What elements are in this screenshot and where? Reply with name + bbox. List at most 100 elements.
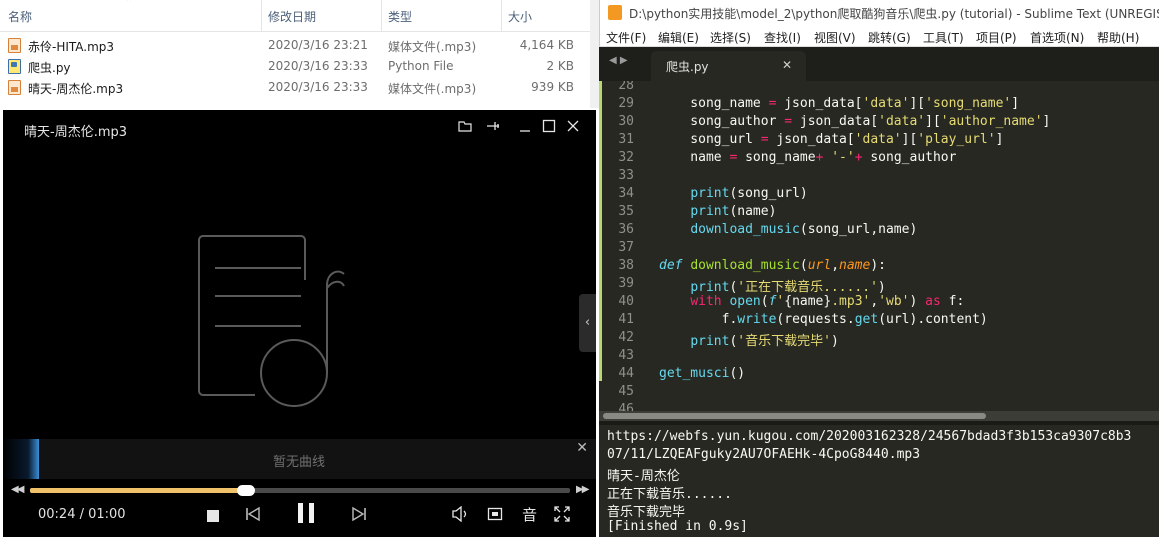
menu-selection[interactable]: 选择(S) (710, 29, 751, 46)
menu-project[interactable]: 项目(P) (976, 29, 1017, 46)
file-row[interactable]: 爬虫.py 2020/3/16 23:33 Python File 2 KB (0, 56, 590, 77)
tab-spider-py[interactable]: 爬虫.py ✕ (651, 51, 806, 81)
build-output-panel[interactable]: https://webfs.yun.kugou.com/202003162328… (599, 425, 1159, 537)
code-line: 34 print(song_url) (618, 186, 808, 201)
title-bar: D:\python实用技能\model_2\python爬取酷狗音乐\爬虫.py… (599, 0, 1159, 26)
code-line: 36 download_music(song_url,name) (618, 222, 918, 237)
menu-bar: 文件(F) 编辑(E) 选择(S) 查找(I) 视图(V) 跳转(G) 工具(T… (599, 26, 1159, 47)
curve-indicator (3, 439, 39, 479)
sublime-logo-icon (608, 5, 622, 20)
file-name: 晴天-周杰伦.mp3 (28, 82, 124, 96)
menu-tools[interactable]: 工具(T) (923, 29, 964, 46)
file-date: 2020/3/16 23:21 (268, 38, 368, 52)
file-date: 2020/3/16 23:33 (268, 59, 368, 73)
scrollbar-thumb[interactable] (603, 413, 986, 419)
previous-icon[interactable] (245, 506, 261, 526)
code-line: 40 with open(f'{name}.mp3','wb') as f: (618, 294, 965, 309)
horizontal-scrollbar[interactable] (599, 411, 1159, 421)
code-line: 33 (618, 168, 634, 183)
file-explorer: ⌃ 名称 修改日期 类型 大小 赤伶-HITA.mp3 2020/3/16 23… (0, 0, 599, 108)
mp3-file-icon (8, 80, 21, 95)
output-line: 07/11/LZQEAFguky2AU7OFAEHk-4CpoG8440.mp3 (607, 447, 921, 462)
column-divider[interactable] (501, 0, 502, 32)
file-size: 939 KB (531, 80, 574, 94)
menu-file[interactable]: 文件(F) (606, 29, 646, 46)
playback-time: 00:24 / 01:00 (38, 507, 126, 522)
fullscreen-icon[interactable] (554, 506, 570, 526)
progress-handle[interactable] (237, 485, 255, 496)
column-type[interactable]: 类型 (388, 8, 412, 25)
window-title: D:\python实用技能\model_2\python爬取酷狗音乐\爬虫.py… (629, 7, 1159, 21)
sort-up-icon: ⌃ (125, 0, 134, 8)
code-line: 46 (618, 402, 634, 411)
column-date[interactable]: 修改日期 (268, 8, 316, 25)
pause-icon[interactable] (295, 502, 317, 528)
code-line: 30 song_author = json_data['data']['auth… (618, 114, 1051, 129)
vertical-scrollbar[interactable] (590, 0, 599, 108)
fast-forward-icon[interactable]: ▶▶ (576, 484, 589, 495)
subtitle-toggle[interactable]: 音 (522, 504, 537, 525)
file-name: 爬虫.py (28, 61, 71, 75)
code-line: 28 (618, 81, 634, 93)
pin-icon[interactable] (486, 119, 500, 138)
file-date: 2020/3/16 23:33 (268, 80, 368, 94)
file-type: 媒体文件(.mp3) (388, 40, 477, 54)
folder-icon[interactable] (458, 119, 472, 138)
column-header: ⌃ 名称 修改日期 类型 大小 (0, 0, 599, 32)
python-file-icon (8, 59, 21, 74)
code-line: 44 get_musci() (618, 366, 746, 381)
player-title: 晴天-周杰伦.mp3 (24, 125, 128, 140)
progress-bar[interactable] (30, 485, 570, 496)
sublime-text-window: D:\python实用技能\model_2\python爬取酷狗音乐\爬虫.py… (599, 0, 1159, 537)
menu-goto[interactable]: 跳转(G) (868, 29, 911, 46)
volume-icon[interactable] (451, 505, 469, 526)
code-line: 43 (618, 348, 634, 363)
tab-label: 爬虫.py (666, 60, 709, 74)
code-line: 42 print('音乐下载完毕') (618, 330, 839, 349)
column-divider[interactable] (381, 0, 382, 32)
menu-find[interactable]: 查找(I) (764, 29, 801, 46)
code-line: 35 print(name) (618, 204, 777, 219)
minimize-icon[interactable] (518, 119, 532, 138)
output-line: 音乐下载完毕 (607, 505, 686, 520)
column-divider[interactable] (261, 0, 262, 32)
menu-edit[interactable]: 编辑(E) (658, 29, 699, 46)
file-name: 赤伶-HITA.mp3 (28, 40, 115, 54)
file-row[interactable]: 赤伶-HITA.mp3 2020/3/16 23:21 媒体文件(.mp3) 4… (0, 35, 590, 56)
output-line: 晴天-周杰伦 (607, 469, 680, 484)
side-panel-toggle[interactable]: ‹ (579, 294, 596, 352)
code-line: 31 song_url = json_data['data']['play_ur… (618, 132, 1004, 147)
code-line: 41 f.write(requests.get(url).content) (618, 312, 988, 327)
file-row[interactable]: 晴天-周杰伦.mp3 2020/3/16 23:33 媒体文件(.mp3) 93… (0, 77, 590, 98)
output-line: 正在下载音乐...... (607, 487, 732, 502)
maximize-icon[interactable] (542, 119, 556, 138)
file-type: Python File (388, 59, 454, 73)
music-document-icon (198, 235, 345, 407)
code-line: 38 def download_music(url,name): (618, 258, 886, 273)
menu-view[interactable]: 视图(V) (814, 29, 856, 46)
menu-preferences[interactable]: 首选项(N) (1030, 29, 1084, 46)
next-icon[interactable] (351, 506, 367, 526)
close-curve-icon[interactable]: ✕ (576, 440, 588, 456)
menu-help[interactable]: 帮助(H) (1097, 29, 1139, 46)
player-window-controls (458, 119, 588, 137)
code-line: 45 (618, 384, 634, 399)
column-size[interactable]: 大小 (508, 8, 532, 25)
stop-icon[interactable] (206, 508, 220, 527)
file-size: 2 KB (546, 59, 574, 73)
file-size: 4,164 KB (519, 38, 574, 52)
tab-bar: ◀ ▶ 爬虫.py ✕ (599, 47, 1159, 81)
code-editor[interactable]: 28 29 song_name = json_data['data']['son… (599, 81, 1159, 411)
code-line: 29 song_name = json_data['data']['song_n… (618, 96, 1020, 111)
mini-mode-icon[interactable] (487, 506, 503, 526)
rewind-icon[interactable]: ◀◀ (11, 484, 24, 495)
progress-fill (30, 488, 246, 493)
file-type: 媒体文件(.mp3) (388, 82, 477, 96)
close-icon[interactable] (566, 119, 580, 138)
media-player-window: 晴天-周杰伦.mp3 ‹ 暂无曲线 ✕ ◀◀ ▶▶ 00:24 / 01:00 (3, 110, 596, 537)
tab-scroll-arrows-icon[interactable]: ◀ ▶ (609, 55, 628, 66)
code-line: 37 (618, 240, 634, 255)
code-line: 32 name = song_name+ '-'+ song_author (618, 150, 957, 165)
column-name[interactable]: 名称 (8, 8, 32, 25)
tab-close-icon[interactable]: ✕ (782, 58, 792, 72)
